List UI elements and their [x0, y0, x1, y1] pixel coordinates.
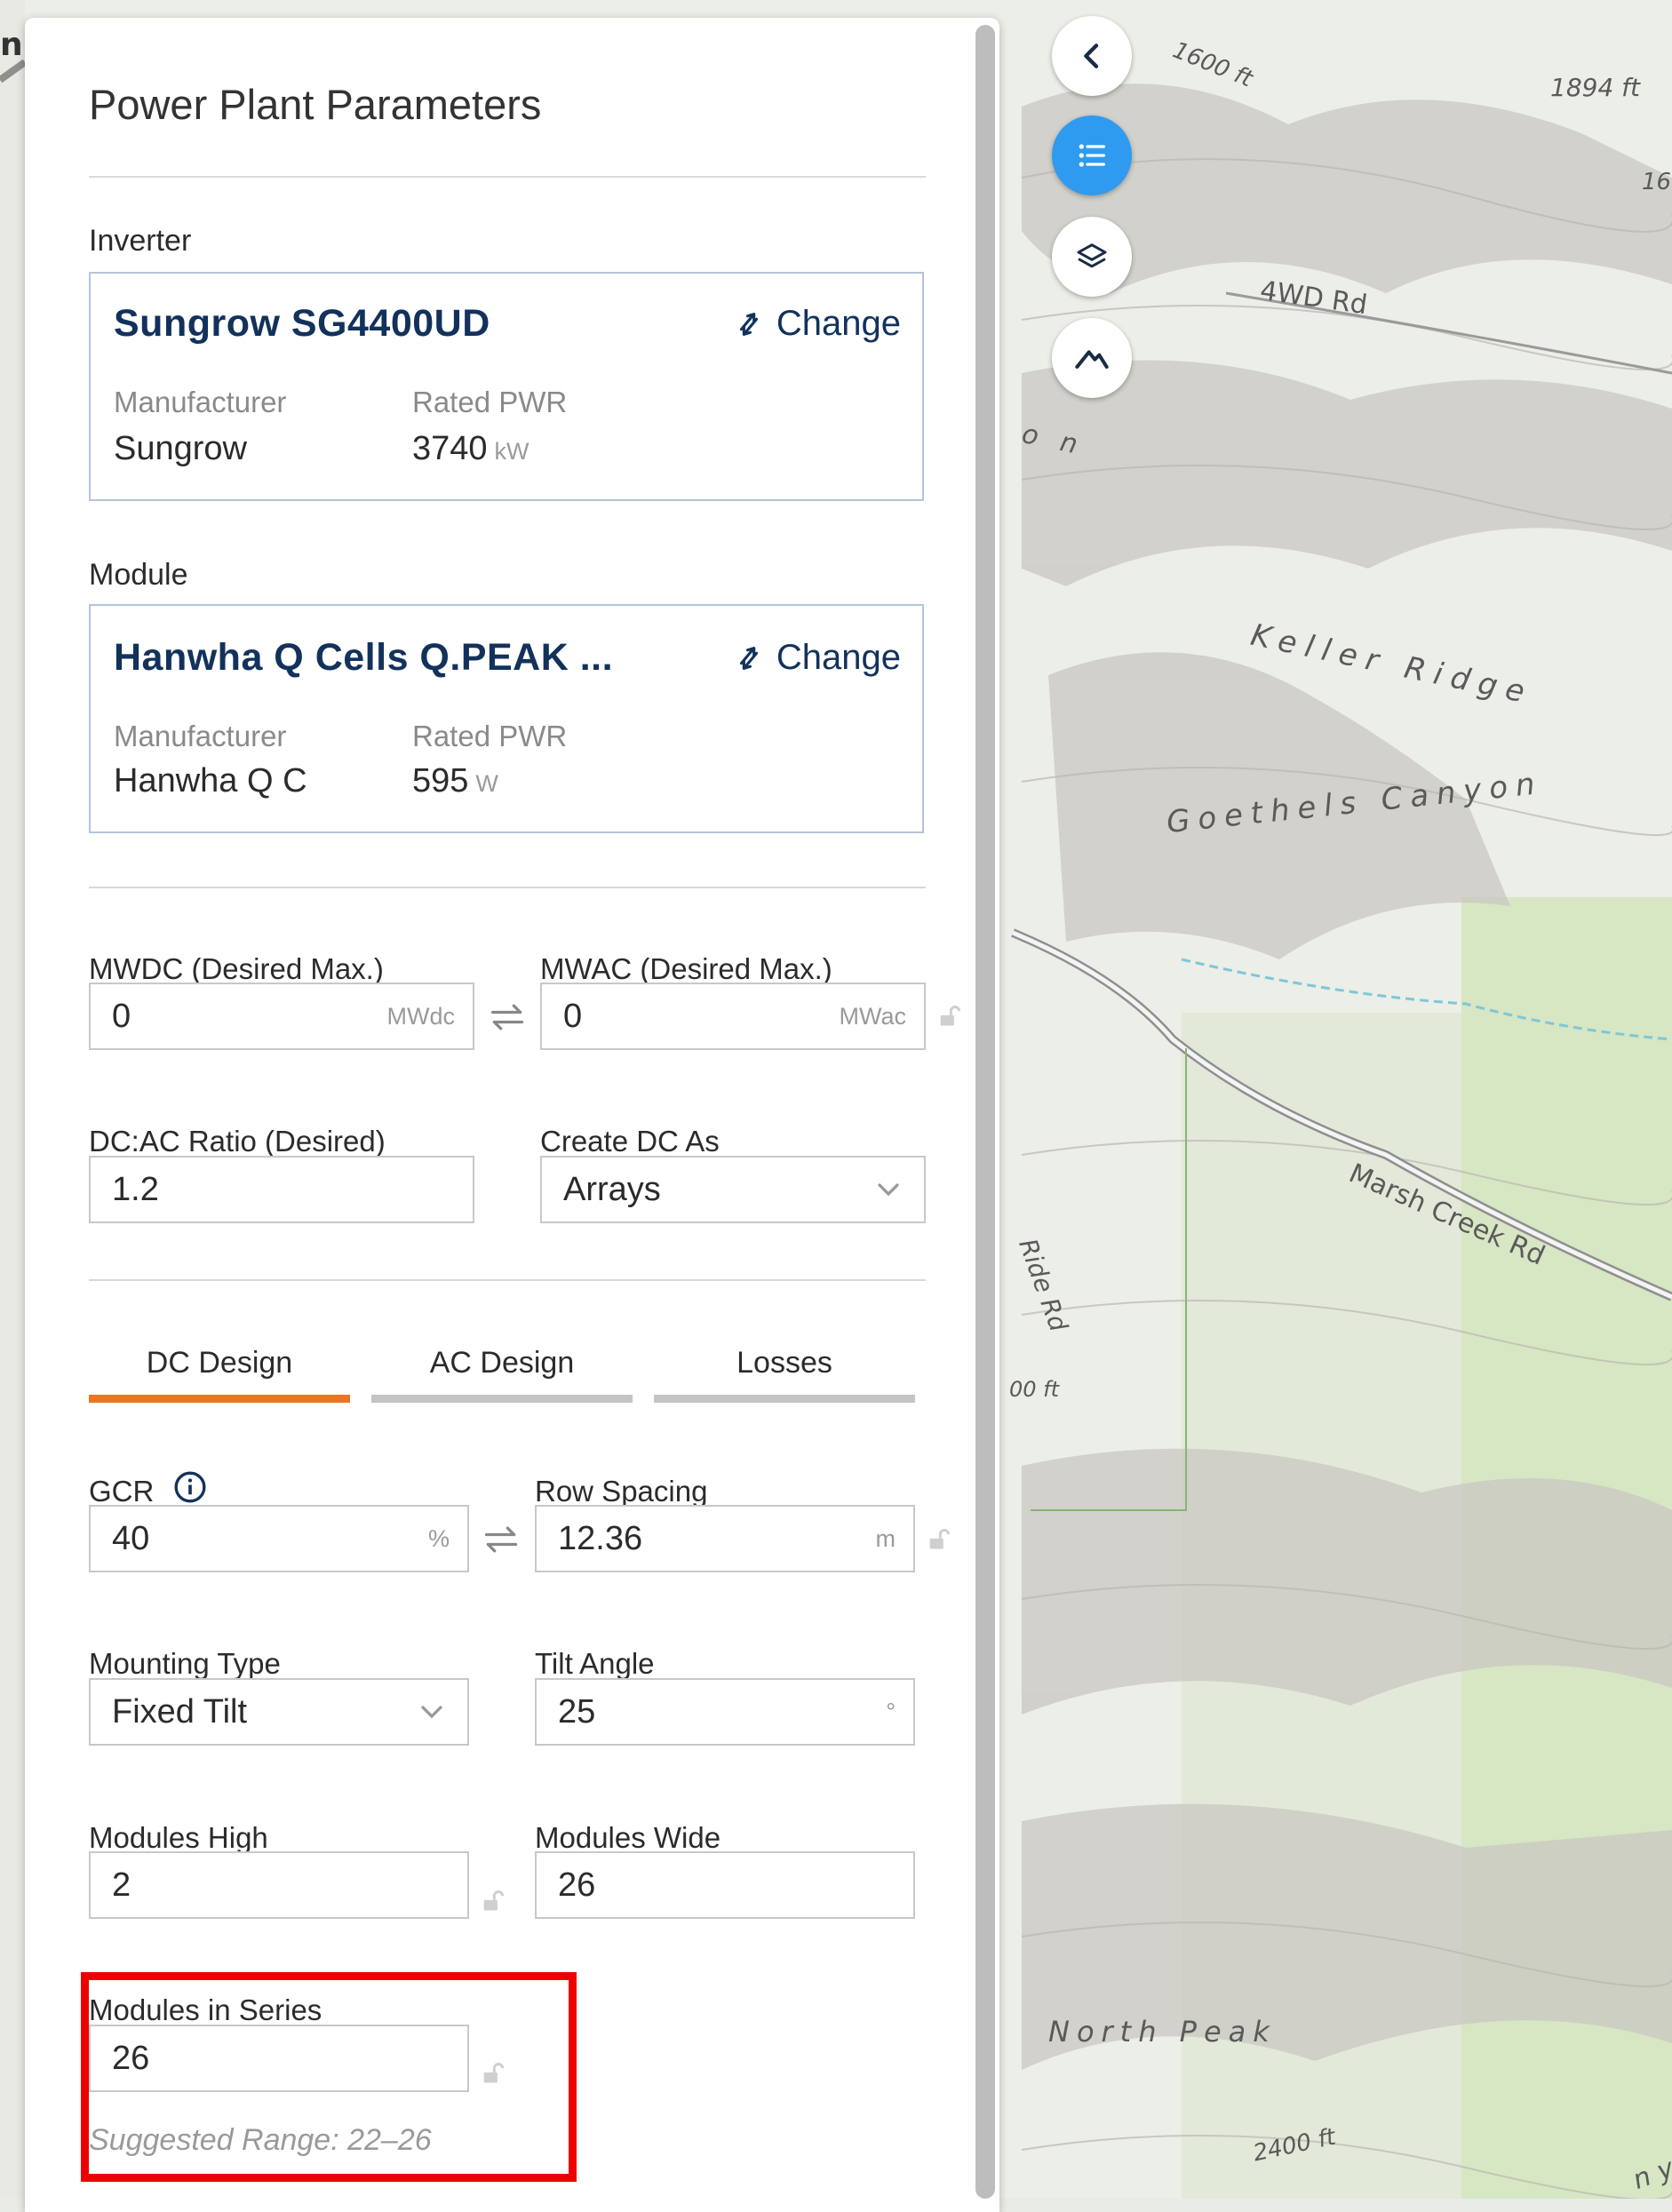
module-divider — [89, 887, 926, 888]
unlock-icon[interactable] — [480, 1887, 505, 1915]
tab-dc-design[interactable]: DC Design — [89, 1346, 350, 1381]
inverter-name: Sungrow SG4400UD — [114, 302, 490, 345]
row-spacing-unit: m — [875, 1524, 896, 1552]
module-change-button[interactable]: Change — [734, 638, 901, 678]
gcr-value: 40 — [112, 1519, 150, 1557]
gcr-unit: % — [427, 1524, 450, 1552]
mwdc-input[interactable]: 0 MWdc — [89, 983, 474, 1050]
inverter-rated-label: Rated PWR — [412, 386, 568, 418]
inverter-change-button[interactable]: Change — [734, 304, 901, 344]
mounting-type-select[interactable]: Fixed Tilt — [89, 1678, 469, 1746]
module-rated-unit: W — [475, 770, 498, 797]
inverter-rated-value: 3740 kW — [412, 430, 529, 468]
title-divider — [89, 176, 926, 178]
inverter-change-label: Change — [776, 304, 901, 343]
layers-button[interactable] — [1052, 217, 1132, 297]
row-spacing-input[interactable]: 12.36 m — [535, 1505, 915, 1572]
terrain-button[interactable] — [1052, 318, 1132, 398]
map-label-1894ft: 1894 ft — [1550, 73, 1640, 102]
module-manufacturer-value: Hanwha Q Cells — [114, 762, 306, 800]
modules-high-input[interactable]: 2 — [89, 1851, 469, 1919]
map-label-00ft: 00 ft — [1009, 1377, 1060, 1402]
panel-title: Power Plant Parameters — [89, 81, 542, 128]
tilt-angle-value: 25 — [558, 1692, 596, 1731]
dcac-ratio-label: DC:AC Ratio (Desired) — [89, 1125, 386, 1158]
info-icon[interactable] — [172, 1469, 208, 1505]
create-dc-as-label: Create DC As — [540, 1125, 720, 1158]
mounting-type-label: Mounting Type — [89, 1647, 281, 1680]
map-label-160: 160 — [1642, 169, 1672, 195]
modules-high-label: Modules High — [89, 1821, 268, 1854]
mwac-label: MWAC (Desired Max.) — [540, 952, 832, 985]
swap-arrows-icon — [739, 312, 758, 336]
highlight-box — [81, 1972, 577, 2182]
map-label-left-n: n — [0, 27, 23, 63]
list-icon — [1079, 144, 1105, 167]
gcr-input[interactable]: 40 % — [89, 1505, 469, 1572]
parameters-list-button[interactable] — [1052, 115, 1132, 195]
swap-horizontal-icon[interactable] — [488, 998, 527, 1037]
chevron-down-icon — [878, 1183, 899, 1197]
chevron-left-icon — [1084, 44, 1099, 68]
mountain-icon — [1075, 350, 1109, 369]
mwdc-unit: MWdc — [386, 1002, 456, 1030]
row-spacing-label: Row Spacing — [535, 1475, 708, 1508]
mwac-unit: MWac — [839, 1002, 907, 1030]
modules-wide-input[interactable]: 26 — [535, 1851, 915, 1919]
mwac-value: 0 — [563, 997, 583, 1035]
mwdc-label: MWDC (Desired Max.) — [89, 952, 384, 985]
tab-losses[interactable]: Losses — [654, 1346, 915, 1381]
tilt-angle-unit: ° — [886, 1698, 896, 1725]
modules-wide-value: 26 — [558, 1866, 596, 1904]
mounting-type-value: Fixed Tilt — [112, 1692, 248, 1731]
inverter-manufacturer-value: Sungrow — [114, 430, 247, 467]
module-rated-value: 595 W — [412, 762, 498, 800]
row-spacing-value: 12.36 — [558, 1519, 643, 1557]
modules-high-value: 2 — [112, 1866, 131, 1904]
dcac-ratio-value: 1.2 — [112, 1170, 159, 1208]
power-plant-parameters-panel: Power Plant Parameters Inverter Sungrow … — [25, 18, 999, 2212]
gcr-label: GCR — [89, 1475, 155, 1508]
modules-wide-label: Modules Wide — [535, 1821, 721, 1854]
mwdc-value: 0 — [112, 997, 131, 1035]
swap-horizontal-icon[interactable] — [482, 1520, 521, 1559]
module-section-label: Module — [89, 558, 188, 592]
tilt-angle-label: Tilt Angle — [535, 1647, 655, 1680]
chevron-down-icon — [421, 1706, 442, 1719]
create-dc-as-value: Arrays — [563, 1170, 661, 1208]
swap-arrows-icon — [739, 646, 758, 670]
inverter-section-label: Inverter — [89, 224, 192, 258]
unlock-icon[interactable] — [926, 1525, 951, 1554]
tab-losses-indicator — [654, 1395, 915, 1403]
inverter-manufacturer-label: Manufacturer — [114, 386, 287, 418]
create-dc-as-select[interactable]: Arrays — [540, 1156, 926, 1223]
module-manufacturer-label: Manufacturer — [114, 720, 287, 752]
layers-icon — [1077, 243, 1107, 268]
dcac-ratio-input[interactable]: 1.2 — [89, 1156, 474, 1223]
panel-scrollbar[interactable] — [975, 25, 995, 2199]
inverter-rated-unit: kW — [494, 438, 529, 465]
tab-dc-design-indicator — [89, 1395, 350, 1403]
fields-divider — [89, 1279, 926, 1281]
tilt-angle-input[interactable]: 25 ° — [535, 1678, 915, 1746]
inverter-rated-number: 3740 — [412, 430, 488, 467]
map-label-north-peak: North Peak — [1048, 2015, 1277, 2049]
module-card: Hanwha Q Cells Q.PEAK ... Change Manufac… — [89, 604, 924, 833]
tab-ac-design-indicator — [371, 1395, 633, 1403]
unlock-icon[interactable] — [936, 1002, 961, 1030]
collapse-panel-button[interactable] — [1052, 16, 1132, 96]
mwac-input[interactable]: 0 MWac — [540, 983, 926, 1050]
tab-ac-design[interactable]: AC Design — [371, 1346, 633, 1381]
module-rated-number: 595 — [412, 762, 469, 800]
module-change-label: Change — [776, 638, 901, 677]
inverter-card: Sungrow SG4400UD Change Manufacturer Sun… — [89, 272, 924, 501]
module-rated-label: Rated PWR — [412, 720, 568, 752]
module-name: Hanwha Q Cells Q.PEAK ... — [114, 636, 614, 679]
